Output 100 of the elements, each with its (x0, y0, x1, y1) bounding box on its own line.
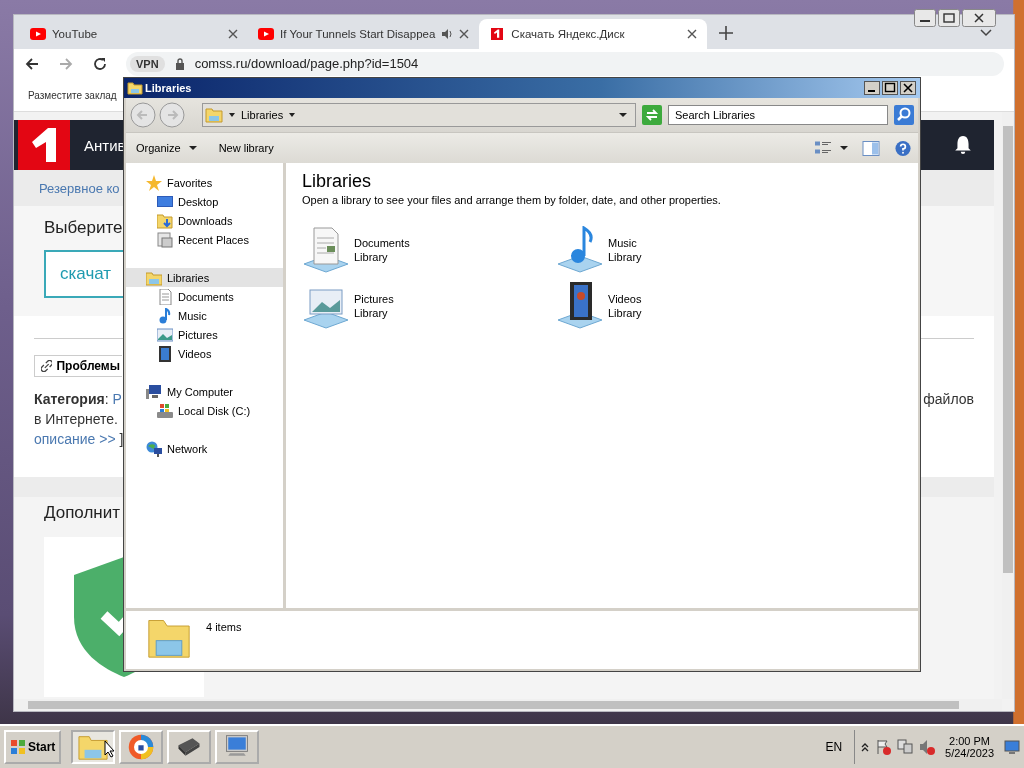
lock-icon (174, 58, 185, 70)
category-label: Категория: (34, 391, 109, 407)
search-field[interactable]: Search Libraries (668, 105, 888, 125)
close-icon[interactable] (228, 29, 238, 39)
library-item[interactable]: Videos Library (556, 282, 810, 330)
caret-icon[interactable] (840, 145, 848, 151)
logo-icon (489, 28, 506, 40)
toolbar-button[interactable]: Organize (132, 142, 201, 154)
document-icon (157, 288, 173, 305)
section-heading: Выберите (44, 218, 123, 238)
show-desktop-icon[interactable] (1004, 739, 1020, 755)
library-icon (127, 80, 143, 96)
start-button[interactable]: Start (4, 730, 62, 764)
close-icon[interactable] (459, 29, 470, 39)
library-item[interactable]: Music Library (556, 226, 810, 274)
nav-label: Downloads (178, 214, 233, 227)
speaker-muted-icon[interactable] (919, 739, 936, 755)
library-type: Library (608, 307, 642, 319)
reload-icon[interactable] (92, 56, 108, 72)
address-field[interactable]: Libraries (202, 103, 636, 127)
recent-places-icon (157, 231, 173, 248)
nav-item[interactable]: Favorites (126, 173, 283, 192)
picture-icon (157, 326, 173, 343)
address-bar[interactable]: VPN comss.ru/download/page.php?id=1504 (126, 52, 1004, 76)
folder-icon (157, 212, 173, 229)
nav-item[interactable]: Desktop (126, 192, 283, 211)
nav-item[interactable]: Network (126, 439, 283, 458)
disk-icon (157, 402, 173, 419)
bookmarks-hint: Разместите заклад (28, 89, 117, 101)
browser-tab[interactable]: If Your Tunnels Start Disappea (248, 19, 480, 49)
window-title: Libraries (145, 82, 192, 94)
refresh-icon[interactable] (642, 105, 662, 125)
play-icon (30, 28, 46, 40)
nav-item[interactable]: Local Disk (C:) (126, 401, 283, 420)
taskbar-button[interactable] (167, 730, 212, 764)
nav-label: Libraries (167, 271, 210, 284)
search-icon[interactable] (894, 105, 914, 125)
close-icon[interactable] (900, 81, 916, 95)
folder-icon (78, 733, 109, 761)
nav-item[interactable]: Music (126, 306, 283, 325)
close-icon[interactable] (962, 9, 996, 27)
nav-label: Music (178, 309, 207, 322)
nav-item[interactable]: Recent Places (126, 230, 283, 249)
toolbar-button[interactable]: New library (214, 142, 278, 154)
flag-icon[interactable] (875, 739, 892, 755)
nav-label: Documents (178, 290, 234, 303)
minimize-icon[interactable] (914, 9, 936, 27)
library-item[interactable]: Pictures Library (302, 282, 556, 330)
problems-button[interactable]: Проблемы (34, 355, 122, 377)
maximize-icon[interactable] (882, 81, 898, 95)
clock[interactable]: 2:00 PM 5/24/2023 (945, 735, 994, 759)
nav-item[interactable]: My Computer (126, 382, 283, 401)
tab-title: Скачать Яндекс.Диск (511, 28, 626, 40)
browser-tab[interactable]: YouTube (20, 19, 248, 49)
logo-icon[interactable] (18, 120, 70, 170)
more-link[interactable]: описание >> (34, 431, 116, 447)
language-indicator[interactable]: EN (825, 740, 843, 754)
library-type: Library (354, 251, 389, 263)
document-icon (302, 226, 350, 274)
backup-link[interactable]: Резервное ко (39, 180, 120, 196)
minimize-icon[interactable] (864, 81, 880, 95)
library-item[interactable]: Documents Library (302, 226, 556, 274)
category-link[interactable]: Р (112, 391, 122, 407)
nav-item[interactable]: Documents (126, 287, 283, 306)
browser-tab[interactable]: Скачать Яндекс.Диск (479, 19, 708, 49)
nav-item[interactable]: Pictures (126, 325, 283, 344)
close-icon[interactable] (687, 29, 698, 39)
nav-item[interactable]: Downloads (126, 211, 283, 230)
film-icon (556, 282, 604, 330)
network-icon[interactable] (897, 739, 914, 755)
library-name: Documents (354, 237, 410, 249)
chevron-down-icon[interactable] (980, 29, 992, 37)
nav-item[interactable]: Libraries (126, 268, 283, 287)
nav-label: Pictures (178, 328, 218, 341)
nav-label: My Computer (167, 385, 234, 398)
library-icon (205, 107, 223, 123)
nav-label: Favorites (167, 176, 213, 189)
new-tab-icon[interactable] (719, 26, 734, 40)
music-note-icon (157, 307, 173, 324)
taskbar-button[interactable] (215, 730, 260, 764)
library-type: Library (608, 251, 642, 263)
bracket-text: ] (119, 431, 124, 447)
page-heading: Libraries (302, 171, 373, 192)
tab-title: If Your Tunnels Start Disappea (280, 28, 436, 40)
bell-icon[interactable] (954, 135, 972, 155)
url-text: comss.ru/download/page.php?id=1504 (194, 57, 419, 71)
vpn-badge[interactable]: VPN (130, 56, 165, 72)
breadcrumb[interactable]: Libraries (241, 109, 284, 121)
nav-label: Videos (178, 347, 212, 360)
view-options-icon[interactable] (814, 139, 832, 157)
preview-pane-icon[interactable] (862, 139, 880, 157)
section-heading: Дополнит (44, 503, 121, 523)
computer-icon (146, 383, 162, 400)
desktop-icon (157, 193, 173, 210)
item-count: 4 items (206, 621, 242, 633)
back-icon[interactable] (24, 56, 40, 72)
chevron-up-icon[interactable] (861, 742, 870, 752)
restore-icon[interactable] (938, 9, 960, 27)
help-icon[interactable] (894, 139, 912, 157)
nav-item[interactable]: Videos (126, 344, 283, 363)
